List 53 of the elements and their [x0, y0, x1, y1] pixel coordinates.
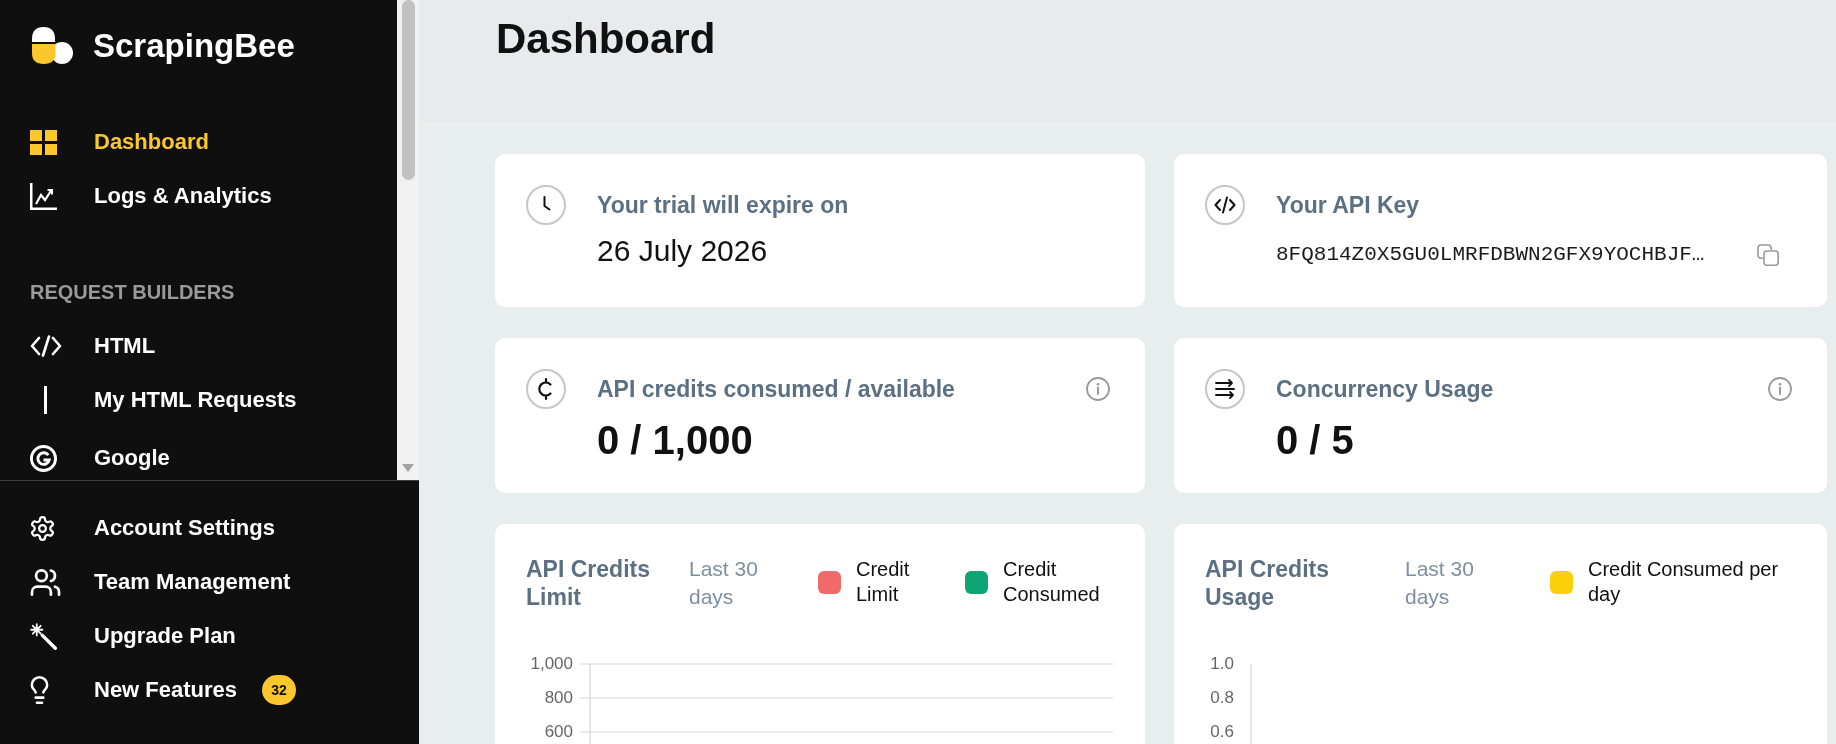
logo-icon	[32, 27, 73, 64]
axis-tick-label: 600	[543, 721, 573, 743]
period-label: Last 30 days	[689, 556, 759, 610]
info-icon[interactable]	[1086, 377, 1110, 401]
legend-label: Credit Consumed	[1003, 557, 1101, 607]
card-title: Concurrency Usage	[1276, 375, 1494, 404]
legend-label: Credit Consumed per day	[1588, 557, 1780, 607]
line-chart-icon	[30, 182, 57, 210]
nav-item[interactable]: Account Settings	[30, 514, 275, 542]
brand-name: ScrapingBee	[93, 27, 295, 64]
copy-icon[interactable]	[1757, 244, 1779, 266]
scroll-down-arrow-icon[interactable]	[402, 464, 414, 472]
nav-item[interactable]: Team Management	[30, 568, 291, 596]
settings-icon	[30, 515, 55, 541]
nav-item[interactable]: Upgrade Plan	[30, 622, 236, 650]
page-title: Dashboard	[496, 15, 716, 63]
card-title: API credits consumed / available	[597, 375, 955, 404]
axis-tick-label: 1.0	[1209, 653, 1234, 675]
chart-title: API Credits Usage	[1205, 555, 1330, 611]
nav-item[interactable]: Logs & Analytics	[30, 182, 272, 210]
axis-tick-label: 0.6	[1209, 721, 1234, 743]
info-icon[interactable]	[1768, 377, 1792, 401]
expiry-date: 26 July 2026	[597, 233, 768, 269]
cent-icon	[526, 369, 566, 409]
lightbulb-icon	[30, 676, 49, 704]
circle-g-icon	[30, 444, 57, 472]
axis-tick-label: 1,000	[529, 653, 573, 675]
nav-item[interactable]: Google	[30, 444, 170, 472]
magic-wand-icon	[30, 622, 57, 650]
axis-tick-label: 800	[543, 687, 573, 709]
clock-icon	[526, 185, 566, 225]
scrollbar-thumb[interactable]	[401, 0, 415, 180]
arrows-icon	[1205, 369, 1245, 409]
api-key: 8FQ814Z0X5GU0LMRFDBWN2GFX9YOCHBJF…	[1276, 240, 1705, 270]
vertical-line-icon	[44, 386, 47, 414]
nav-item[interactable]: HTML	[30, 332, 156, 360]
nav-item[interactable]: My HTML Requests	[30, 386, 297, 414]
axis-tick-label: 0.8	[1209, 687, 1234, 709]
period-label: Last 30 days	[1405, 556, 1475, 610]
nav-item[interactable]: New Features	[30, 676, 238, 704]
stat-value: 0 / 5	[1276, 417, 1354, 464]
legend-label: Credit Limit	[856, 557, 911, 607]
section-heading: REQUEST BUILDERS	[30, 280, 235, 305]
grid-icon	[30, 129, 57, 155]
code-icon	[1205, 185, 1245, 225]
card-title: Your trial will expire on	[597, 191, 849, 220]
code-icon	[30, 335, 62, 357]
count-badge: 32	[262, 675, 297, 705]
users-icon	[30, 568, 61, 596]
chart-title: API Credits Limit	[526, 555, 651, 611]
card-title: Your API Key	[1276, 191, 1420, 220]
nav-item[interactable]: Dashboard	[30, 128, 209, 156]
stat-value: 0 / 1,000	[597, 417, 753, 464]
